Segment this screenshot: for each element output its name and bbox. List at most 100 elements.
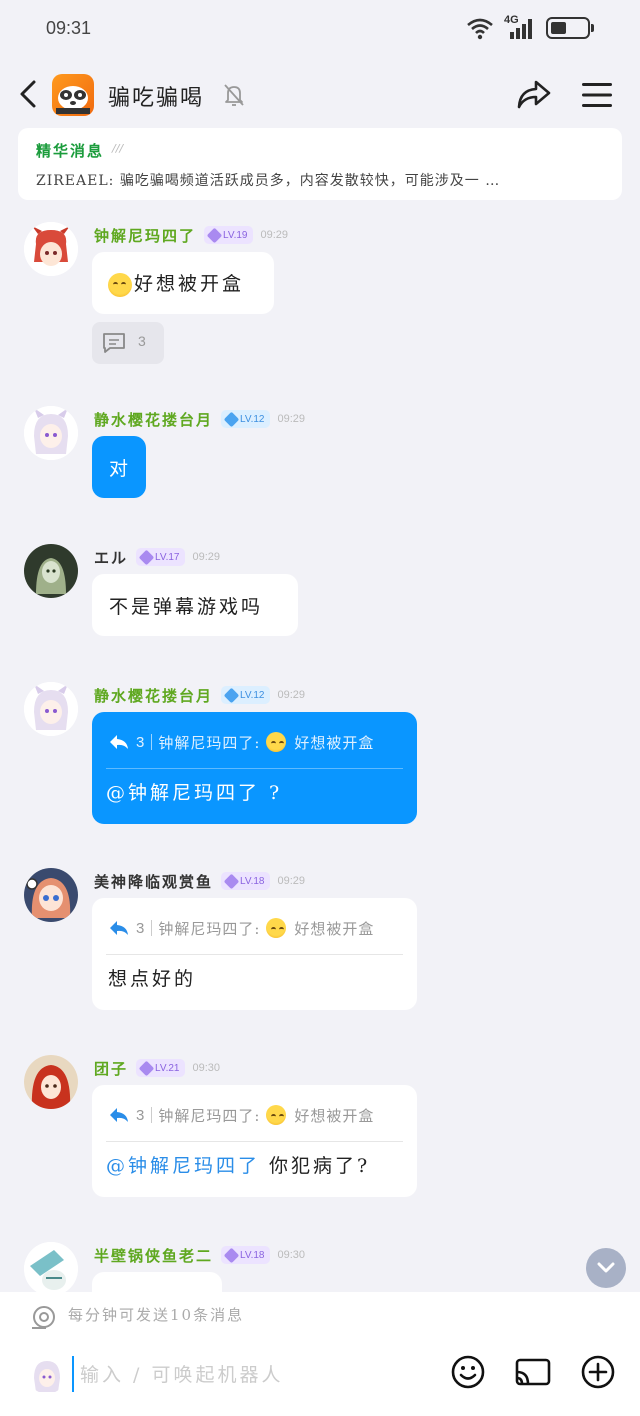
- mention[interactable]: @钟解尼玛四了: [106, 1155, 260, 1177]
- status-icons: 4G: [466, 14, 594, 40]
- nickname[interactable]: 静水樱花搂台月: [94, 685, 213, 706]
- message-item: 半壁锅侠鱼老二 LV.18 09:30: [0, 1242, 640, 1292]
- gem-icon: [223, 1247, 240, 1263]
- bell-off-icon[interactable]: [222, 82, 246, 108]
- avatar[interactable]: [24, 1242, 78, 1292]
- nickname[interactable]: 钟解尼玛四了: [94, 225, 196, 246]
- thread-reply-chip[interactable]: 3: [92, 322, 164, 364]
- reply-quote[interactable]: 3 钟解尼玛四了: 好想被开盒: [108, 728, 374, 756]
- rate-limit-notice: 每分钟可发送10条消息: [68, 1306, 245, 1324]
- avatar[interactable]: [24, 1055, 78, 1109]
- comment-icon: [103, 333, 125, 353]
- message-time: 09:30: [192, 1062, 221, 1074]
- reply-icon: [110, 735, 128, 749]
- message-bubble[interactable]: 不是弹幕游戏吗: [92, 574, 298, 636]
- gem-icon: [223, 411, 240, 427]
- message-text: 想点好的: [108, 968, 197, 990]
- gem-icon: [223, 873, 240, 889]
- message-meta: 静水樱花搂台月 LV.12 09:29: [94, 408, 305, 430]
- scroll-to-bottom-button[interactable]: [586, 1248, 626, 1288]
- channel-header: 骗吃骗喝: [0, 64, 640, 124]
- message-text: 对: [109, 458, 132, 480]
- menu-icon[interactable]: [580, 80, 614, 110]
- mention[interactable]: @钟解尼玛四了: [106, 782, 260, 804]
- laugh-cry-emoji-icon: [266, 1105, 287, 1125]
- wifi-icon: [467, 18, 493, 40]
- message-text: ?: [260, 782, 283, 804]
- message-composer: 每分钟可发送10条消息: [0, 1292, 640, 1416]
- nickname[interactable]: 团子: [94, 1058, 128, 1079]
- message-text-wrap: @钟解尼玛四了 ?: [106, 778, 282, 805]
- emoji-icon[interactable]: [450, 1354, 486, 1390]
- avatar[interactable]: [24, 682, 78, 736]
- message-time: 09:29: [277, 689, 306, 701]
- message-bubble[interactable]: [92, 1272, 222, 1292]
- message-text: 不是弹幕游戏吗: [109, 596, 264, 618]
- reply-quote[interactable]: 3 钟解尼玛四了: 好想被开盒: [108, 1101, 374, 1129]
- message-time: 09:29: [277, 875, 306, 887]
- plus-icon[interactable]: [580, 1354, 616, 1390]
- level-label: LV.21: [155, 1062, 180, 1074]
- message-text-wrap: @钟解尼玛四了 你犯病了?: [106, 1151, 370, 1178]
- channel-logo[interactable]: [52, 74, 94, 116]
- message-meta: 静水樱花搂台月 LV.12 09:29: [94, 684, 305, 706]
- message-input[interactable]: [78, 1354, 382, 1396]
- message-meta: 团子 LV.21 09:30: [94, 1057, 220, 1079]
- quote-author: 钟解尼玛四了:: [158, 1106, 261, 1125]
- message-time: 09:30: [277, 1249, 306, 1261]
- level-label: LV.18: [240, 1249, 265, 1261]
- chevron-down-icon: [597, 1262, 615, 1273]
- message-bubble[interactable]: 3 钟解尼玛四了: 好想被开盒 @钟解尼玛四了 ?: [92, 712, 417, 824]
- level-label: LV.12: [240, 689, 265, 701]
- message-text: 你犯病了?: [260, 1155, 371, 1177]
- quote-text: 好想被开盒: [294, 733, 375, 752]
- share-icon[interactable]: [516, 78, 552, 110]
- reply-quote[interactable]: 3 钟解尼玛四了: 好想被开盒: [108, 914, 374, 942]
- battery-icon: [546, 17, 594, 39]
- quote-count: 3: [136, 1106, 146, 1124]
- message-time: 09:29: [192, 551, 221, 563]
- nickname[interactable]: 美神降临观赏鱼: [94, 871, 213, 892]
- pinned-mark: ///: [112, 142, 124, 155]
- pinned-text: ZIREAEL: 骗吃骗喝频道活跃成员多，内容发散较快，可能涉及一 …: [36, 173, 501, 189]
- message-bubble[interactable]: 3 钟解尼玛四了: 好想被开盒 @钟解尼玛四了 你犯病了?: [92, 1085, 417, 1197]
- message-bubble[interactable]: 对: [92, 436, 146, 498]
- quote-author: 钟解尼玛四了:: [158, 919, 261, 938]
- avatar[interactable]: [24, 544, 78, 598]
- screen-share-icon[interactable]: [514, 1356, 552, 1390]
- message-meta: エル LV.17 09:29: [94, 546, 220, 568]
- quote-separator: [106, 1141, 403, 1142]
- level-label: LV.17: [155, 551, 180, 563]
- laugh-cry-emoji-icon: [266, 732, 287, 752]
- back-icon[interactable]: [14, 76, 44, 112]
- level-badge: LV.19: [204, 226, 253, 244]
- pinned-message[interactable]: 精华消息 /// ZIREAEL: 骗吃骗喝频道活跃成员多，内容发散较快，可能涉…: [18, 128, 622, 200]
- quote-text: 好想被开盒: [294, 919, 375, 938]
- quote-divider: [151, 734, 153, 750]
- my-avatar[interactable]: [28, 1356, 66, 1394]
- avatar[interactable]: [24, 868, 78, 922]
- level-badge: LV.12: [221, 410, 270, 428]
- avatar[interactable]: [24, 406, 78, 460]
- channel-title: 骗吃骗喝: [108, 86, 205, 111]
- nickname[interactable]: エル: [94, 547, 128, 568]
- quote-author: 钟解尼玛四了:: [158, 733, 261, 752]
- message-bubble[interactable]: 3 钟解尼玛四了: 好想被开盒 想点好的: [92, 898, 417, 1010]
- battery-level: [551, 22, 566, 34]
- quote-separator: [106, 768, 403, 769]
- avatar[interactable]: [24, 222, 78, 276]
- level-badge: LV.17: [136, 548, 185, 566]
- quote-text: 好想被开盒: [294, 1106, 375, 1125]
- message-text: 好想被开盒: [134, 273, 245, 295]
- quote-count: 3: [136, 919, 146, 937]
- nickname[interactable]: 半壁锅侠鱼老二: [94, 1245, 213, 1266]
- status-bar: 09:31 4G: [0, 0, 640, 60]
- quote-divider: [151, 1107, 153, 1123]
- reply-icon: [110, 1108, 128, 1122]
- text-caret: [72, 1356, 74, 1392]
- gem-icon: [138, 1060, 155, 1076]
- message-time: 09:29: [260, 229, 289, 241]
- message-time: 09:29: [277, 413, 306, 425]
- nickname[interactable]: 静水樱花搂台月: [94, 409, 213, 430]
- message-bubble[interactable]: 好想被开盒: [92, 252, 274, 314]
